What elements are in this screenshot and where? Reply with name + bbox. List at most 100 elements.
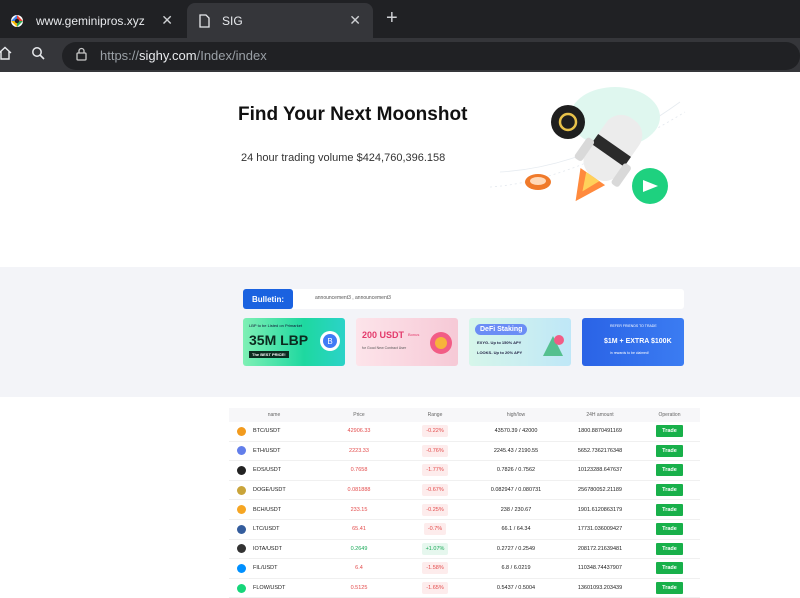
change-badge: -0.76% (422, 444, 448, 457)
rocket-illustration-icon (490, 87, 686, 204)
pair-cell: DOGE/USDT (229, 485, 319, 495)
column-header-range: Range (427, 412, 443, 418)
operation-cell: Trade (639, 562, 700, 575)
coin-icon (237, 465, 246, 475)
bulletin-bar[interactable]: Bulletin: announcement3 , announcement3 (243, 289, 684, 309)
operation-cell: Trade (639, 523, 700, 536)
banner-defi-staking[interactable]: DeFi Staking EXYG- Up to 150% APY LOOKS-… (469, 318, 571, 366)
pair-cell: FIL/USDT (229, 563, 319, 573)
pair-cell: IOTA/USDT (229, 544, 319, 554)
trade-button[interactable]: Trade (656, 562, 683, 575)
trade-button[interactable]: Trade (656, 484, 683, 497)
trade-button[interactable]: Trade (656, 523, 683, 536)
column-header-name: name (267, 412, 281, 418)
operation-cell: Trade (639, 503, 700, 516)
banner-caption: The BEST PRICE! (249, 351, 289, 358)
range-cell: +1.07% (399, 542, 471, 555)
trade-button[interactable]: Trade (656, 542, 683, 555)
table-body: BTC/USDT 42906.33 -0.22% 43570.39 / 42000 18… (229, 422, 700, 598)
highlow-cell: 0.7826 / 0.7562 (496, 467, 536, 474)
banner-usdt-bonus[interactable]: 200 USDT Bonus for Good New Contract Use… (356, 318, 458, 366)
bulletin-text[interactable]: announcement3 , announcement3 (315, 295, 391, 301)
banner-caption: EXYG- Up to 150% APY (477, 340, 522, 345)
tab-title: SIG (222, 13, 243, 28)
amount-cell: 1800.8870491169 (578, 428, 622, 435)
close-icon[interactable]: ✕ (349, 12, 361, 29)
tab-title: www.geminipros.xyz | Frau (36, 13, 146, 28)
operation-cell: Trade (639, 425, 700, 438)
trade-button[interactable]: Trade (656, 464, 683, 477)
coin-icon: B (320, 331, 340, 351)
banner-caption: Bonus (408, 332, 420, 337)
pair-name: ETH/USDT (253, 447, 281, 454)
trade-button[interactable]: Trade (656, 503, 683, 516)
change-badge: -0.22% (422, 425, 448, 438)
highlow-cell: 43570.39 / 42000 (494, 428, 538, 435)
trade-button[interactable]: Trade (656, 425, 683, 438)
operation-cell: Trade (639, 464, 700, 477)
url-text[interactable]: https://sighy.com/Index/index (100, 48, 267, 63)
table-row[interactable]: BCH/USDT 233.15 -0.25% 238 / 230.67 1901.612… (229, 500, 700, 520)
banner-refer-friends[interactable]: REFER FRIENDS TO TRADE $1M + EXTRA $100K… (582, 318, 684, 366)
coin-icon (237, 446, 246, 456)
pair-cell: LTC/USDT (229, 524, 319, 534)
trading-volume-text: 24 hour trading volume $424,760,396.158 (241, 152, 446, 164)
banner-caption: LOOKS- Up to 20% APY (477, 350, 523, 355)
range-cell: -0.25% (399, 503, 471, 516)
change-badge: -1.77% (422, 464, 448, 477)
range-cell: -0.76% (399, 444, 471, 457)
lock-icon[interactable] (76, 47, 87, 61)
pair-name: FLOW/USDT (253, 585, 286, 592)
column-header-price: Price (353, 412, 365, 418)
coin-icon (237, 544, 246, 554)
table-row[interactable]: FLOW/USDT 0.5125 -1.65% 0.5437 / 0.5004 1360… (229, 579, 700, 598)
price-cell: 65.41 (352, 526, 366, 533)
amount-cell: 5652.7362176348 (577, 447, 623, 454)
address-bar[interactable]: https://sighy.com/Index/index (62, 42, 800, 70)
new-tab-button[interactable]: + (386, 7, 398, 30)
banner-headline: DeFi Staking (475, 324, 528, 335)
coin-icon (237, 426, 246, 436)
change-badge: -0.67% (422, 484, 448, 497)
table-row[interactable]: BTC/USDT 42906.33 -0.22% 43570.39 / 42000 18… (229, 422, 700, 442)
amount-cell: 256780052.21189 (578, 487, 622, 494)
range-cell: -1.58% (399, 562, 471, 575)
operation-cell: Trade (639, 542, 700, 555)
search-icon[interactable] (31, 46, 45, 60)
table-row[interactable]: FIL/USDT 6.4 -1.58% 6.8 / 6.0219 110348.7443… (229, 559, 700, 579)
table-row[interactable]: EOS/USDT 0.7658 -1.77% 0.7826 / 0.7562 10123… (229, 461, 700, 481)
site-favicon-icon (11, 14, 23, 27)
range-cell: -1.65% (399, 582, 471, 595)
table-row[interactable]: ETH/USDT 2223.33 -0.76% 2245.43 / 2190.55 56… (229, 442, 700, 462)
operation-cell: Trade (639, 484, 700, 497)
coin-icon (237, 563, 246, 573)
close-icon[interactable]: ✕ (161, 12, 173, 29)
banner-caption: REFER FRIENDS TO TRADE (610, 324, 657, 328)
home-icon[interactable] (0, 46, 12, 60)
table-row[interactable]: DOGE/USDT 0.081888 -0.67% 0.082947 / 0.0807… (229, 481, 700, 501)
amount-cell: 1901.6120863179 (577, 506, 623, 513)
amount-cell: 13601093.203439 (577, 585, 623, 592)
table-row[interactable]: LTC/USDT 65.41 -0.7% 66.1 / 64.34 17731.0360… (229, 520, 700, 540)
column-header-operation: Operation (658, 412, 681, 418)
pair-cell: EOS/USDT (229, 465, 319, 475)
price-cell: 2223.33 (349, 447, 369, 454)
pair-name: DOGE/USDT (253, 487, 286, 494)
pair-name: BTC/USDT (253, 428, 281, 435)
trade-button[interactable]: Trade (656, 444, 683, 457)
pair-cell: FLOW/USDT (229, 583, 319, 593)
pair-cell: BTC/USDT (229, 426, 319, 436)
document-icon (199, 13, 210, 28)
banner-headline: 200 USDT (362, 330, 405, 340)
amount-cell: 208172.21639481 (577, 545, 623, 552)
tab-geminipros[interactable]: www.geminipros.xyz | Frau ✕ (0, 3, 185, 38)
column-header-highlow: high/low (506, 412, 526, 418)
trade-button[interactable]: Trade (656, 582, 683, 595)
hero-title: Find Your Next Moonshot (238, 104, 468, 125)
table-header: name Price Range high/low 24H amount Ope… (229, 408, 700, 422)
tab-sig[interactable]: SIG ✕ (187, 3, 373, 38)
highlow-cell: 238 / 230.67 (500, 506, 532, 513)
table-row[interactable]: IOTA/USDT 0.2649 +1.07% 0.2727 / 0.2549 2081… (229, 540, 700, 560)
banner-lbp[interactable]: LBP to be Listed on Primarket 35M LBP Th… (243, 318, 345, 366)
banner-headline: $1M + EXTRA $100K (604, 338, 672, 345)
